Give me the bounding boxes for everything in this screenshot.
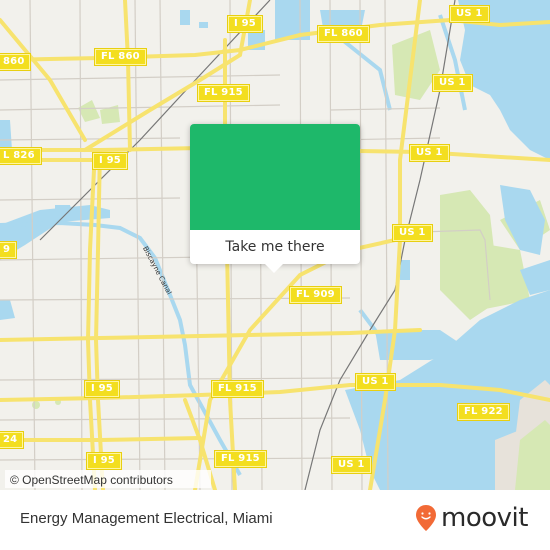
road-shield-fl826: L 826 xyxy=(0,147,42,165)
map-view[interactable]: I 95 860 FL 860 FL 860 US 1 FL 915 US 1 … xyxy=(0,0,550,490)
road-shield-us1: US 1 xyxy=(331,456,372,474)
popup-pointer xyxy=(265,264,283,273)
road-shield-fl860: FL 860 xyxy=(317,25,370,43)
road-shield-fl915: FL 915 xyxy=(214,450,267,468)
moovit-wordmark: moovit xyxy=(441,503,528,533)
road-shield-fl915: FL 915 xyxy=(211,380,264,398)
location-popup: Take me there xyxy=(190,124,360,273)
road-shield-i95: I 95 xyxy=(86,452,122,470)
road-shield-partial: 24 xyxy=(0,431,25,449)
road-shield-i95: I 95 xyxy=(227,15,263,33)
map-attribution[interactable]: © OpenStreetMap contributors xyxy=(5,470,211,488)
road-shield-us1: US 1 xyxy=(409,144,450,162)
road-shield-i95: I 95 xyxy=(92,152,128,170)
road-shield-fl909: FL 909 xyxy=(289,286,342,304)
moovit-logo[interactable]: moovit xyxy=(415,503,528,533)
road-shield-fl860: FL 860 xyxy=(94,48,147,66)
place-name: Energy Management Electrical, Miami xyxy=(20,510,273,527)
road-shield-i95: I 95 xyxy=(84,380,120,398)
moovit-pin-icon xyxy=(416,505,436,531)
road-shield-us1: US 1 xyxy=(432,74,473,92)
road-shield-us1: US 1 xyxy=(449,5,490,23)
footer: Energy Management Electrical, Miami moov… xyxy=(0,490,550,550)
take-me-there-button[interactable]: Take me there xyxy=(190,230,360,264)
road-shield-fl922: FL 922 xyxy=(457,403,510,421)
road-shield-fl860: 860 xyxy=(0,53,32,71)
popup-header xyxy=(190,124,360,230)
road-shield-partial: 9 xyxy=(0,241,18,259)
road-shield-us1: US 1 xyxy=(355,373,396,391)
road-shield-fl915: FL 915 xyxy=(197,84,250,102)
road-shield-us1: US 1 xyxy=(392,224,433,242)
